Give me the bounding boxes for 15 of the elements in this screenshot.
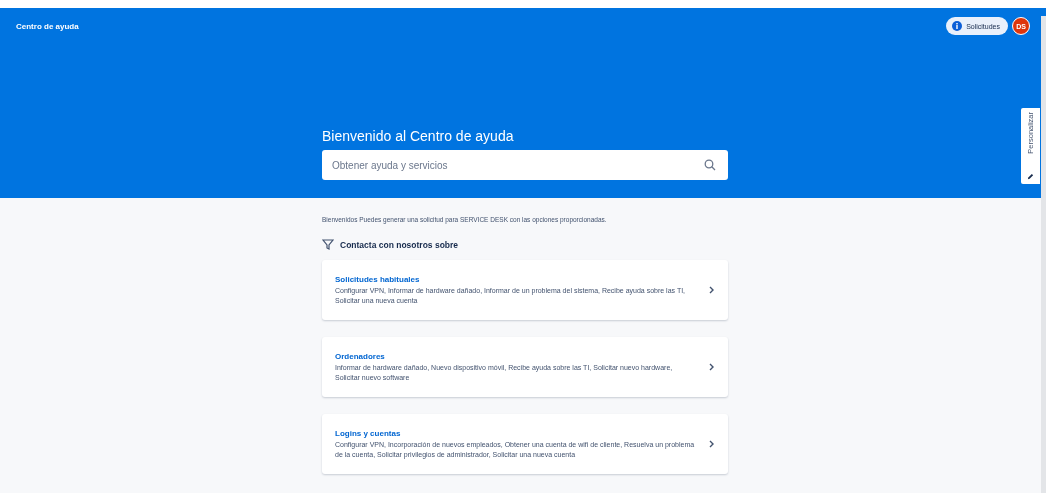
chevron-right-icon [709,440,714,448]
pencil-icon [1027,173,1034,180]
category-title[interactable]: Logins y cuentas [335,428,697,438]
section-title: Contacta con nosotros sobre [340,239,459,250]
category-title[interactable]: Ordenadores [335,351,697,361]
site-title[interactable]: Centro de ayuda [16,21,79,31]
search-icon[interactable] [704,159,716,171]
info-icon [952,21,963,31]
chevron-right-icon [709,363,714,371]
chevron-right-icon [709,286,714,294]
category-title[interactable]: Solicitudes habituales [335,274,697,284]
category-card[interactable] [322,414,728,474]
welcome-heading: Bienvenido al Centro de ayuda [322,128,515,144]
funnel-icon [322,239,334,250]
search-field[interactable]: Obtener ayuda y servicios [322,150,728,180]
